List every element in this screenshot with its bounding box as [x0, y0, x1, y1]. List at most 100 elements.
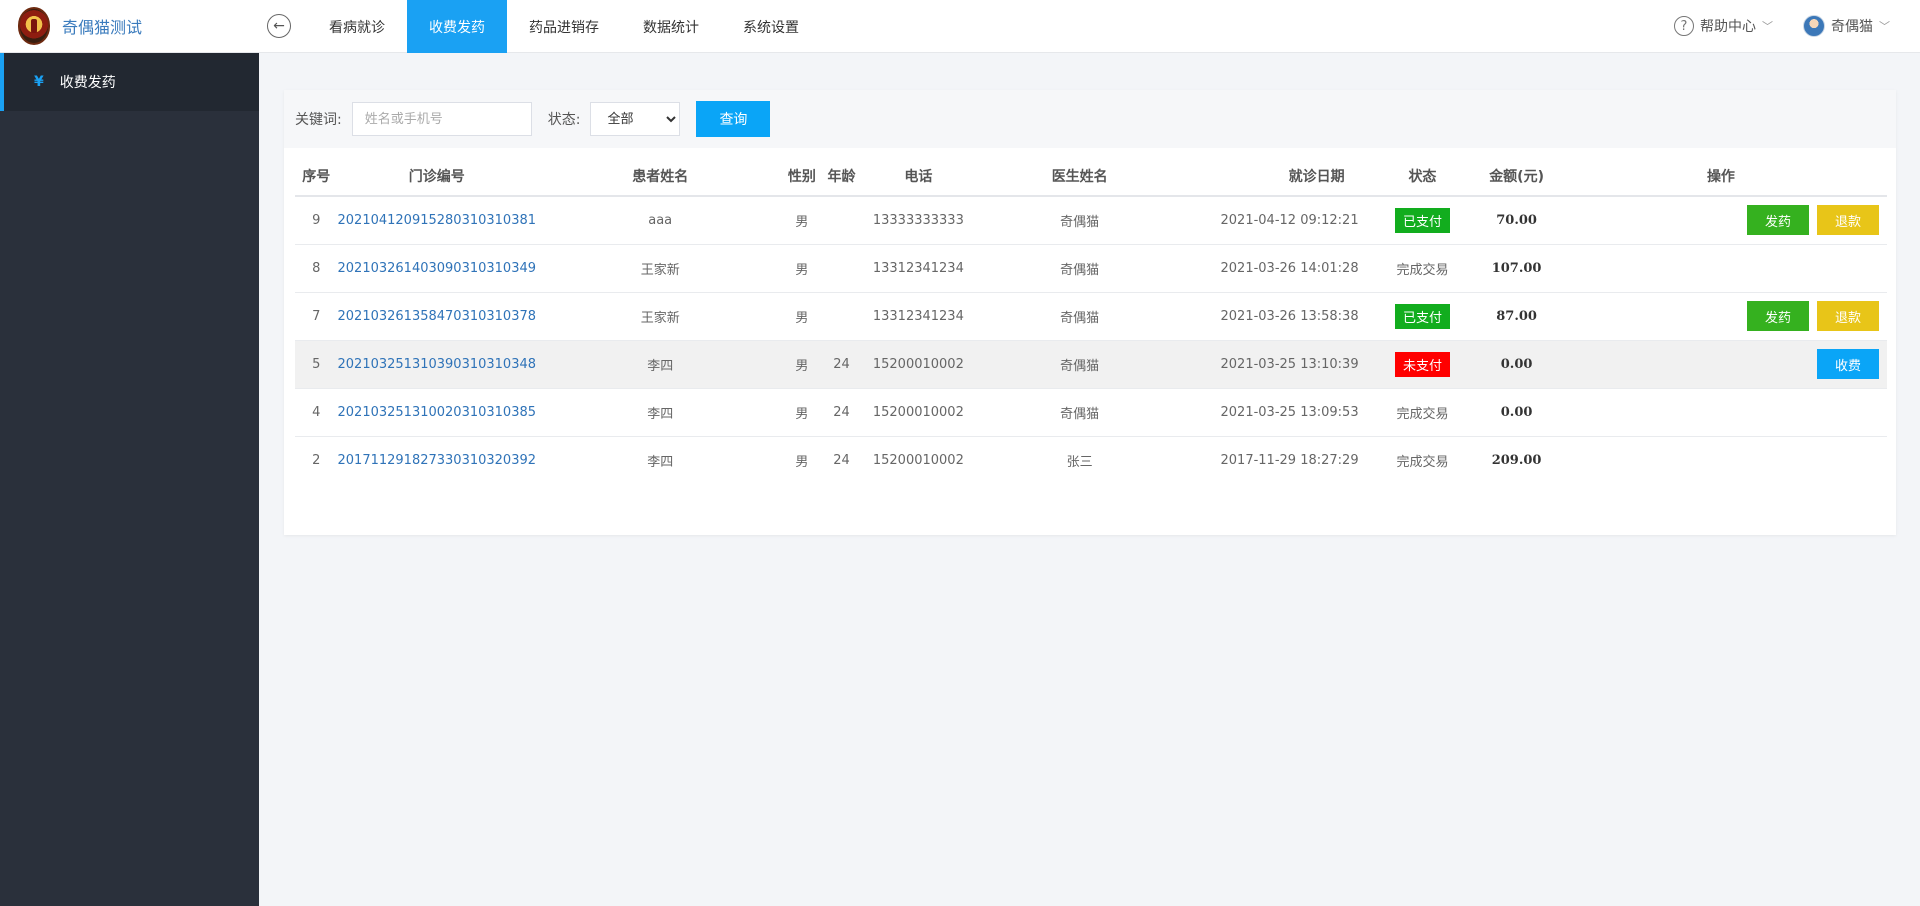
status-badge: 已支付 [1394, 207, 1450, 233]
row-no: 9 [295, 196, 338, 245]
amount: 70.00 [1478, 196, 1555, 245]
billing-panel: 关键词: 状态: 全部 查询 序号 门诊编号 患者姓名 性别 年龄 电话 医生姓… [284, 90, 1896, 535]
status-cell: 未支付 [1366, 340, 1479, 389]
age [819, 196, 864, 245]
table-row: 5 202103251310390310310348 李四 男 24 15200… [295, 340, 1887, 389]
column-header: 医生姓名 [972, 148, 1187, 197]
age: 24 [833, 452, 850, 468]
row-no: 8 [295, 244, 338, 293]
keyword-label: 关键词: [295, 112, 342, 128]
age [819, 292, 864, 341]
table-header-row: 序号 门诊编号 患者姓名 性别 年龄 电话 医生姓名 就诊日期 状态 金额(元)… [295, 148, 1887, 197]
logo-icon [18, 7, 50, 45]
patient-name: 李四 [536, 340, 785, 389]
amount: 209.00 [1491, 452, 1542, 468]
clinic-id-link[interactable]: 202103251310390310310348 [337, 340, 537, 389]
refund-button[interactable]: 退款 [1817, 301, 1879, 331]
filter-bar: 关键词: 状态: 全部 查询 [284, 90, 1896, 148]
nav-item-statistics[interactable]: 数据统计 [621, 0, 721, 53]
column-header: 就诊日期 [1186, 148, 1367, 197]
status-cell: 已支付 [1366, 196, 1479, 245]
column-header: 年龄 [819, 148, 864, 197]
clinic-id-link[interactable]: 201711291827330310320392 [338, 436, 537, 484]
chevron-down-icon: ﹀ [1762, 20, 1773, 33]
main-nav: 看病就诊 收费发药 药品进销存 数据统计 系统设置 [307, 0, 821, 53]
table-row: 9 202104120915280310310381 aaa 男 1333333… [295, 196, 1887, 245]
nav-item-settings[interactable]: 系统设置 [721, 0, 821, 53]
age: 24 [819, 388, 864, 437]
user-menu[interactable]: 奇偶猫 ﹀ [1803, 15, 1890, 37]
doctor-name: 奇偶猫 [972, 196, 1187, 245]
doctor-name: 奇偶猫 [972, 292, 1187, 341]
phone: 15200010002 [872, 452, 964, 468]
clinic-id-link[interactable]: 202103261358470310310378 [337, 292, 537, 341]
visit-date: 2017-11-29 18:27:29 [1220, 452, 1359, 468]
amount: 0.00 [1478, 340, 1555, 389]
table-row: 4 202103251310020310310385 李四 男 24 15200… [295, 388, 1887, 437]
table-row: 8 202103261403090310310349 王家新 男 1331234… [295, 244, 1887, 293]
gender: 男 [784, 244, 820, 293]
age [819, 244, 864, 293]
avatar [1803, 15, 1825, 37]
status-select[interactable]: 全部 [590, 102, 681, 136]
patient-name: aaa [536, 196, 785, 245]
status-text: 完成交易 [1366, 388, 1479, 437]
back-arrow-icon[interactable]: ← [267, 14, 291, 38]
visit-date: 2021-03-25 13:09:53 [1186, 388, 1367, 437]
doctor-name: 奇偶猫 [972, 244, 1187, 293]
help-center-menu[interactable]: ? 帮助中心 ﹀ [1674, 16, 1773, 36]
amount: 0.00 [1478, 388, 1555, 437]
column-header: 性别 [784, 148, 820, 197]
column-header: 电话 [863, 148, 973, 197]
nav-item-consultation[interactable]: 看病就诊 [307, 0, 407, 53]
phone: 13312341234 [863, 244, 973, 293]
phone: 15200010002 [863, 388, 973, 437]
sidebar: ¥ 收费发药 [0, 53, 259, 906]
visit-date: 2021-04-12 09:12:21 [1186, 196, 1367, 245]
app-title: 奇偶猫测试 [62, 18, 143, 37]
column-header: 患者姓名 [536, 148, 785, 197]
dispense-button[interactable]: 发药 [1747, 205, 1809, 236]
patient-name: 李四 [647, 454, 674, 470]
amount: 87.00 [1478, 292, 1555, 341]
column-header: 序号 [295, 148, 338, 197]
query-button[interactable]: 查询 [696, 101, 771, 137]
yen-icon: ¥ [34, 74, 44, 90]
patient-name: 王家新 [536, 292, 785, 341]
gender: 男 [784, 292, 820, 341]
row-no: 4 [295, 388, 338, 437]
billing-table: 序号 门诊编号 患者姓名 性别 年龄 电话 医生姓名 就诊日期 状态 金额(元)… [295, 148, 1887, 484]
keyword-input[interactable] [351, 102, 532, 136]
actions-cell: 发药 退款 [1554, 196, 1887, 245]
refund-button[interactable]: 退款 [1817, 205, 1879, 236]
clinic-id-link[interactable]: 202103261403090310310349 [337, 244, 537, 293]
actions-cell [1554, 388, 1887, 437]
question-icon: ? [1674, 16, 1694, 36]
clinic-id-link[interactable]: 202104120915280310310381 [337, 196, 537, 245]
table-row: 7 202103261358470310310378 王家新 男 1331234… [295, 292, 1887, 341]
nav-item-billing[interactable]: 收费发药 [407, 0, 507, 53]
amount: 107.00 [1478, 244, 1555, 293]
visit-date: 2021-03-25 13:10:39 [1186, 340, 1367, 389]
actions-cell: 收费 [1554, 340, 1887, 389]
dispense-button[interactable]: 发药 [1747, 301, 1809, 331]
actions-cell: 发药 退款 [1554, 292, 1887, 341]
brand[interactable]: 奇偶猫测试 [0, 0, 259, 52]
row-no: 7 [295, 292, 338, 341]
header-right: ? 帮助中心 ﹀ 奇偶猫 ﹀ [1674, 0, 1920, 52]
status-badge: 已支付 [1394, 303, 1450, 329]
column-header: 操作 [1554, 148, 1887, 197]
status-cell: 已支付 [1366, 292, 1479, 341]
visit-date: 2021-03-26 13:58:38 [1186, 292, 1367, 341]
gender: 男 [795, 454, 809, 470]
charge-button[interactable]: 收费 [1817, 349, 1879, 379]
clinic-id-link[interactable]: 202103251310020310310385 [337, 388, 537, 437]
column-header: 金额(元) [1478, 148, 1555, 197]
patient-name: 李四 [536, 388, 785, 437]
phone: 15200010002 [863, 340, 973, 389]
actions-cell [1555, 436, 1887, 484]
sidebar-item-billing[interactable]: ¥ 收费发药 [0, 53, 259, 111]
user-name: 奇偶猫 [1831, 19, 1873, 35]
actions-cell [1554, 244, 1887, 293]
nav-item-inventory[interactable]: 药品进销存 [507, 0, 621, 53]
